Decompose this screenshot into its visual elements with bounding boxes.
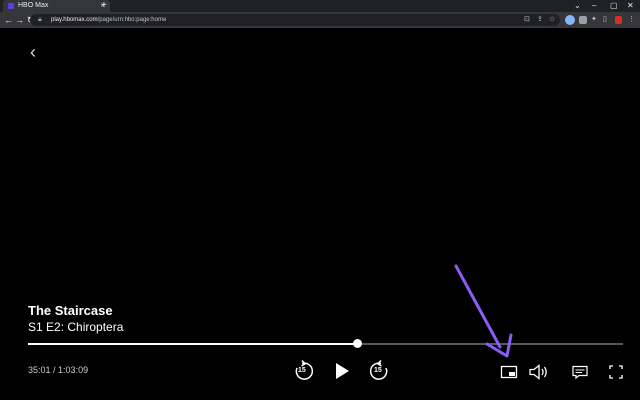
- fullscreen-icon: [609, 365, 623, 379]
- time-display: 35:01 / 1:03:09: [28, 365, 89, 375]
- window-close-icon[interactable]: ✕: [627, 0, 634, 12]
- picture-in-picture-button[interactable]: [500, 364, 518, 380]
- picture-in-picture-icon: [500, 365, 518, 379]
- extensions-puzzle-icon[interactable]: ✦: [591, 14, 597, 26]
- skip-forward-button[interactable]: 15: [367, 359, 391, 383]
- profile-avatar[interactable]: [565, 15, 575, 25]
- play-icon: [336, 363, 349, 379]
- chrome-menu-icon[interactable]: ⋮: [628, 14, 635, 26]
- subtitles-icon: [572, 365, 588, 380]
- skip-back-button[interactable]: 15: [292, 359, 316, 383]
- lock-icon: 🔒︎: [38, 16, 42, 23]
- volume-icon: [529, 364, 547, 380]
- tab-title: HBO Max: [18, 2, 49, 9]
- address-bar[interactable]: 🔒︎ play.hbomax.com/page/urn:hbo:page:hom…: [30, 14, 560, 26]
- back-nav-icon[interactable]: ←: [4, 12, 13, 28]
- duration: 1:03:09: [58, 365, 89, 375]
- bookmark-star-icon[interactable]: ☆: [549, 14, 555, 26]
- fullscreen-button[interactable]: [608, 364, 624, 380]
- minimize-icon[interactable]: –: [592, 0, 596, 12]
- share-icon[interactable]: ⇪: [537, 14, 543, 26]
- new-tab-button[interactable]: +: [101, 0, 107, 12]
- subtitles-button[interactable]: [571, 364, 589, 380]
- maximize-icon[interactable]: ▢: [610, 0, 618, 12]
- scrubber-handle[interactable]: [353, 339, 363, 348]
- tab-search-icon[interactable]: ⌄: [574, 0, 581, 12]
- episode-title: S1 E2: Chiroptera: [28, 320, 124, 334]
- side-panel-icon[interactable]: ▯: [603, 14, 607, 26]
- volume-button[interactable]: [528, 363, 550, 381]
- hbo-favicon-icon: [8, 3, 14, 9]
- current-time: 35:01: [28, 365, 51, 375]
- tab-hbo-max[interactable]: HBO Max ×: [3, 0, 110, 12]
- forward-nav-icon[interactable]: →: [15, 12, 24, 28]
- play-button[interactable]: [332, 361, 352, 381]
- annotation-arrow: [454, 264, 513, 358]
- show-title: The Staircase: [28, 303, 113, 318]
- back-icon[interactable]: ‹: [30, 42, 36, 62]
- extension-icon[interactable]: [579, 16, 587, 24]
- progress-fill: [28, 343, 358, 345]
- extension-badge-icon[interactable]: [615, 16, 622, 24]
- url-text: play.hbomax.com/page/urn:hbo:page:home: [51, 17, 167, 23]
- install-app-icon[interactable]: ⊡: [524, 14, 530, 26]
